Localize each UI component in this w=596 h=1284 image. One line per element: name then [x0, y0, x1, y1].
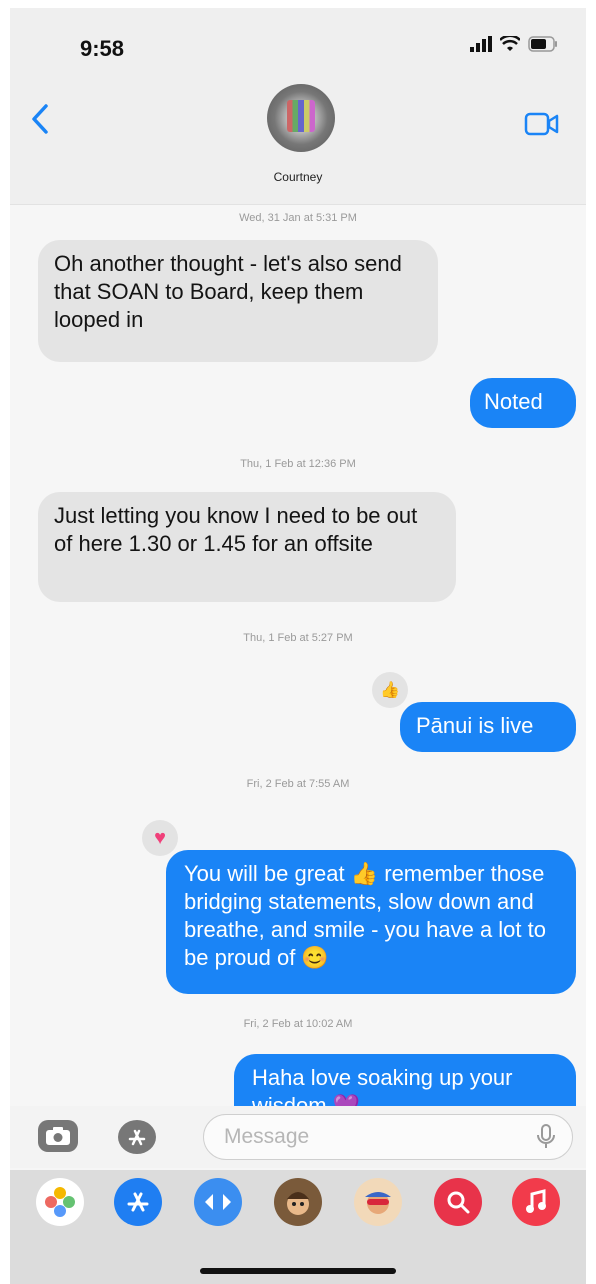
timestamp: Thu, 1 Feb at 12:36 PM: [240, 458, 356, 470]
outgoing-message[interactable]: You will be great 👍 remember those bridg…: [166, 850, 576, 994]
facetime-button[interactable]: [524, 111, 560, 142]
search-images-app-icon[interactable]: [434, 1178, 482, 1226]
timestamp: Fri, 2 Feb at 10:02 AM: [243, 1018, 353, 1030]
app-store-icon: [128, 1129, 146, 1146]
thumbs-up-reaction[interactable]: 👍: [372, 672, 408, 708]
battery-icon: [528, 36, 557, 52]
message-text: You will be great 👍 remember those bridg…: [184, 861, 546, 970]
video-camera-icon: [524, 112, 559, 136]
photos-app-icon[interactable]: [36, 1178, 84, 1226]
sticker-face-icon: [365, 1192, 391, 1214]
home-indicator[interactable]: [200, 1268, 396, 1274]
microphone-icon[interactable]: [536, 1124, 556, 1150]
outgoing-message[interactable]: Noted: [470, 378, 576, 428]
incoming-message[interactable]: Just letting you know I need to be out o…: [38, 492, 456, 602]
apps-button[interactable]: [118, 1120, 156, 1154]
contact-avatar[interactable]: [267, 84, 335, 152]
message-input[interactable]: [203, 1114, 573, 1160]
heart-reaction[interactable]: ♥: [142, 820, 178, 856]
chevron-left-icon: [32, 104, 48, 134]
memoji-app-icon[interactable]: [274, 1178, 322, 1226]
message-text: Pānui is live: [416, 713, 534, 738]
status-icons: [470, 36, 558, 52]
contact-name[interactable]: Courtney: [10, 170, 586, 184]
wifi-icon: [500, 36, 520, 51]
message-text: Oh another thought - let's also send tha…: [54, 251, 402, 332]
waveform-icon: [205, 1194, 231, 1210]
app-store-icon: [127, 1192, 149, 1212]
audio-app-icon[interactable]: [194, 1178, 242, 1226]
back-button[interactable]: [30, 103, 50, 140]
timestamp: Wed, 31 Jan at 5:31 PM: [239, 212, 357, 224]
messages-screen: 9:58 Courtney Wed, 31 Jan at 5:31 PM Oh …: [10, 8, 586, 1284]
photos-icon: [45, 1187, 75, 1217]
incoming-message[interactable]: Oh another thought - let's also send tha…: [38, 240, 438, 362]
message-text: Noted: [484, 389, 543, 414]
camera-icon: [46, 1127, 70, 1145]
memoji-face-icon: [287, 1192, 309, 1215]
outgoing-message[interactable]: Pānui is live: [400, 702, 576, 752]
music-note-icon: [526, 1189, 546, 1213]
memoji-stickers-app-icon[interactable]: [354, 1178, 402, 1226]
signal-icon: [470, 36, 492, 52]
timestamp: Thu, 1 Feb at 5:27 PM: [243, 632, 353, 644]
timestamp: Fri, 2 Feb at 7:55 AM: [246, 778, 350, 790]
magnifier-icon: [447, 1191, 470, 1214]
camera-button[interactable]: [38, 1120, 78, 1152]
status-time: 9:58: [80, 36, 125, 61]
message-text: Just letting you know I need to be out o…: [54, 503, 418, 556]
music-app-icon[interactable]: [512, 1178, 560, 1226]
app-store-app-icon[interactable]: [114, 1178, 162, 1226]
